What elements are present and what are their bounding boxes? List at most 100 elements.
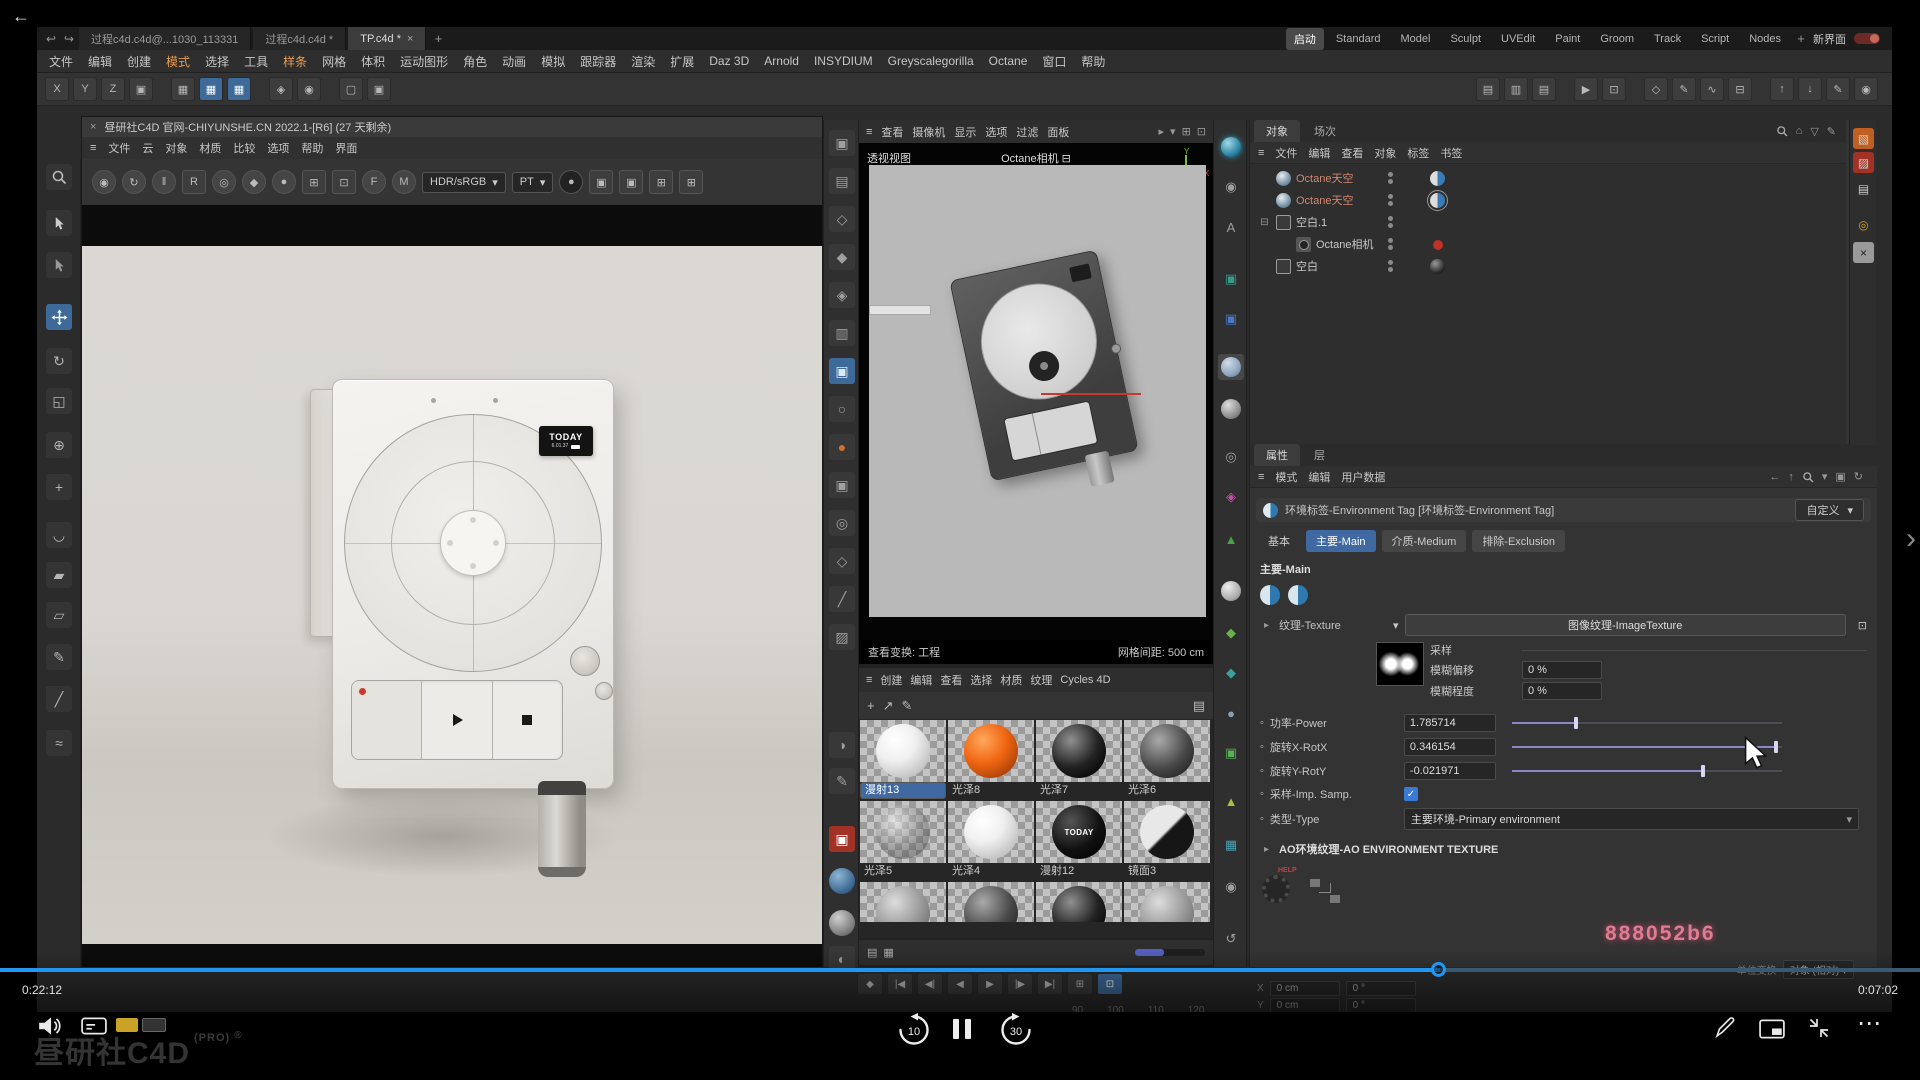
object-menu-item-4[interactable]: 标签	[1407, 145, 1429, 161]
up-icon[interactable]: ↑	[1788, 471, 1794, 483]
download-icon[interactable]: ↓	[1798, 77, 1822, 101]
blur-scale-field[interactable]: 0 %	[1522, 682, 1602, 700]
export-icon[interactable]: ▤	[1532, 77, 1556, 101]
help-gear-icon[interactable]: HELP	[1262, 871, 1296, 905]
viewport-menu-item-0[interactable]: 查看	[881, 124, 903, 140]
play-render-icon[interactable]: ▶	[1574, 77, 1598, 101]
env-sphere[interactable]	[1288, 585, 1308, 605]
viewport-camera-label[interactable]: Octane相机 ⊟	[859, 150, 1213, 166]
search-icon[interactable]	[45, 163, 73, 191]
grid-a-icon[interactable]: ⊞	[649, 170, 673, 194]
more-options-button[interactable]: ⋯	[1850, 1008, 1890, 1038]
visibility-dots[interactable]	[1388, 238, 1393, 250]
edit-icon[interactable]: ✎	[1827, 125, 1836, 138]
gray-sphere-icon[interactable]: ●	[829, 910, 855, 936]
visibility-dots[interactable]	[1388, 260, 1393, 272]
custom-preset-button[interactable]: 自定义▾	[1795, 499, 1864, 521]
dropdown-icon[interactable]: ▾	[1822, 470, 1828, 483]
layer-b-icon[interactable]: ▱	[45, 601, 73, 629]
menu-item-12[interactable]: 模拟	[541, 53, 565, 70]
render-gear-icon[interactable]: ◎	[212, 170, 236, 194]
hex-b-icon[interactable]: ◆	[829, 244, 855, 270]
lock-resolution-icon[interactable]: ◆	[242, 170, 266, 194]
add-region-icon[interactable]: ⊞	[302, 170, 326, 194]
cloud-icon[interactable]: ●	[1218, 700, 1244, 726]
rotx-field[interactable]: 0.346154	[1404, 738, 1496, 756]
material-item[interactable]: 光泽6	[1123, 719, 1211, 800]
archive-tool-icon[interactable]: ⊟	[1728, 77, 1752, 101]
layout-tab-3[interactable]: Sculpt	[1442, 30, 1489, 48]
pause-render-icon[interactable]: ‖	[152, 170, 176, 194]
green-hex-icon[interactable]: ◆	[1218, 620, 1244, 646]
material-item-partial[interactable]	[1035, 881, 1123, 923]
undo-icon[interactable]: ↩	[43, 32, 59, 46]
image-texture-button[interactable]: 图像纹理-ImageTexture	[1405, 614, 1846, 636]
doc-tab-1[interactable]: 过程c4d.c4d@...1030_113331	[79, 27, 251, 50]
object-row[interactable]: 空白	[1250, 255, 1846, 277]
viewport-menu-item-2[interactable]: 显示	[954, 124, 976, 140]
menu-item-3[interactable]: 模式	[166, 53, 190, 70]
page-icon[interactable]: ▤	[1853, 178, 1874, 199]
view-down-icon[interactable]: ▾	[1170, 125, 1176, 138]
octane-camera-icon[interactable]: ▣	[829, 826, 855, 852]
menu-item-8[interactable]: 体积	[361, 53, 385, 70]
circle-tool-icon[interactable]: ○	[829, 396, 855, 422]
video-progress-bar[interactable]	[0, 968, 1920, 972]
search-icon[interactable]	[1802, 471, 1814, 483]
hamburger-menu-icon[interactable]: ≡	[866, 674, 872, 686]
spline-tool-icon[interactable]: ∿	[1700, 77, 1724, 101]
material-menu-item-1[interactable]: 编辑	[910, 672, 932, 688]
menu-item-1[interactable]: 编辑	[88, 53, 112, 70]
close-tab-icon[interactable]: ×	[407, 33, 413, 45]
menu-item-20[interactable]: Octane	[989, 54, 1028, 68]
menu-item-16[interactable]: Daz 3D	[709, 54, 749, 68]
menu-item-6[interactable]: 样条	[283, 53, 307, 70]
layout-tab-9[interactable]: Nodes	[1741, 30, 1789, 48]
type-dropdown[interactable]: 主要环境-Primary environment▾	[1404, 808, 1859, 830]
diamond-tool-icon[interactable]: ◇	[1644, 77, 1668, 101]
close-panel-icon[interactable]: ×	[1853, 242, 1874, 263]
octane-node-icon[interactable]: ▧	[1853, 128, 1874, 149]
octane-tex-icon[interactable]: ▨	[1853, 152, 1874, 173]
layout-tab-new-ui[interactable]: 新界面	[1813, 31, 1846, 47]
redo-icon[interactable]: ↪	[61, 32, 77, 46]
menu-item-0[interactable]: 文件	[49, 53, 73, 70]
interface-toggle[interactable]	[1854, 33, 1880, 44]
half-circle-icon[interactable]: ◑	[829, 732, 855, 758]
material-item[interactable]: 光泽4	[947, 800, 1035, 881]
layout-tab-1[interactable]: Standard	[1328, 30, 1389, 48]
material-menu-item-0[interactable]: 创建	[880, 672, 902, 688]
object-menu-item-0[interactable]: 文件	[1275, 145, 1297, 161]
roty-field[interactable]: -0.021971	[1404, 762, 1496, 780]
axis-y-button[interactable]: Y	[73, 77, 97, 101]
chevron-down-icon[interactable]: ▾	[1393, 619, 1399, 632]
tab-takes[interactable]: 场次	[1302, 120, 1348, 142]
menu-item-17[interactable]: Arnold	[764, 54, 799, 68]
skip-forward-button[interactable]: 30	[997, 1011, 1035, 1049]
visibility-dots[interactable]	[1388, 194, 1393, 206]
assign-material-icon[interactable]: ↗	[883, 698, 894, 714]
anim-dot-icon[interactable]: ◦	[1260, 717, 1264, 729]
panel-chevron-button[interactable]: ›	[1906, 522, 1916, 556]
annotate-icon[interactable]: ✎	[1826, 77, 1850, 101]
butterfly-icon[interactable]: ◈	[1218, 484, 1244, 510]
rotate-tool-icon[interactable]: ↻	[45, 347, 73, 375]
object-row[interactable]: Octane天空	[1250, 189, 1846, 211]
pick-material-icon[interactable]: ✎	[902, 698, 913, 714]
triangle-a-icon[interactable]: ▲	[1218, 788, 1244, 814]
magnet-icon[interactable]: ◉	[297, 77, 321, 101]
diamond-b-icon[interactable]: ◇	[829, 548, 855, 574]
object-menu-item-2[interactable]: 查看	[1341, 145, 1363, 161]
save-icon[interactable]: ▤	[1476, 77, 1500, 101]
viewport-device[interactable]	[949, 250, 1138, 482]
octane-render-image[interactable]: TODAY 6.01.37	[82, 246, 822, 944]
region-render-button[interactable]: R	[182, 170, 206, 194]
coord-system-button[interactable]: ▣	[129, 77, 153, 101]
pip-button[interactable]	[1758, 1017, 1786, 1041]
gold-target-icon[interactable]: ◎	[1853, 214, 1874, 235]
snap-icon[interactable]: ◈	[269, 77, 293, 101]
material-item[interactable]: 光泽5	[859, 800, 947, 881]
skip-back-button[interactable]: 10	[895, 1011, 933, 1049]
menu-item-2[interactable]: 创建	[127, 53, 151, 70]
add-layout-button[interactable]: +	[1791, 31, 1811, 46]
